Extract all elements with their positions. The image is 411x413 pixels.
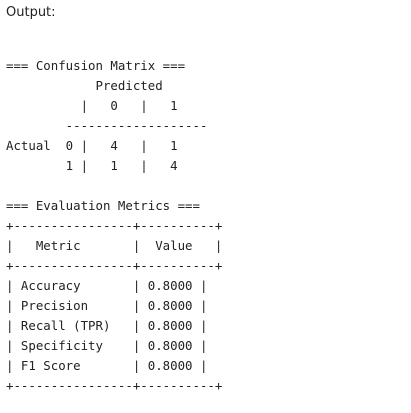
console-line-recall: | Recall (TPR) | 0.8000 | bbox=[6, 318, 208, 333]
output-label: Output: bbox=[6, 5, 56, 20]
console-line-specificity: | Specificity | 0.8000 | bbox=[6, 338, 208, 353]
console-line-predicted-header: Predicted bbox=[6, 78, 163, 93]
console-line-accuracy: | Accuracy | 0.8000 | bbox=[6, 278, 208, 293]
console-line-class-header: | 0 | 1 bbox=[6, 98, 178, 113]
console-output: === Confusion Matrix === Predicted | 0 |… bbox=[6, 56, 222, 396]
console-line-table-header-border: +----------------+----------+ bbox=[6, 258, 223, 273]
console-line-metrics-title: === Evaluation Metrics === bbox=[6, 198, 200, 213]
console-line-f1-score: | F1 Score | 0.8000 | bbox=[6, 358, 208, 373]
console-line-cm-title: === Confusion Matrix === bbox=[6, 58, 186, 73]
console-line-divider: ------------------- bbox=[6, 118, 208, 133]
console-line-actual-row-1: 1 | 1 | 4 bbox=[6, 158, 178, 173]
console-line-actual-row-0: Actual 0 | 4 | 1 bbox=[6, 138, 178, 153]
console-line-table-header: | Metric | Value | bbox=[6, 238, 223, 253]
console-line-precision: | Precision | 0.8000 | bbox=[6, 298, 208, 313]
console-line-table-top-border: +----------------+----------+ bbox=[6, 218, 223, 233]
console-line-table-bottom-border: +----------------+----------+ bbox=[6, 378, 223, 393]
console-line-blank bbox=[6, 176, 222, 196]
